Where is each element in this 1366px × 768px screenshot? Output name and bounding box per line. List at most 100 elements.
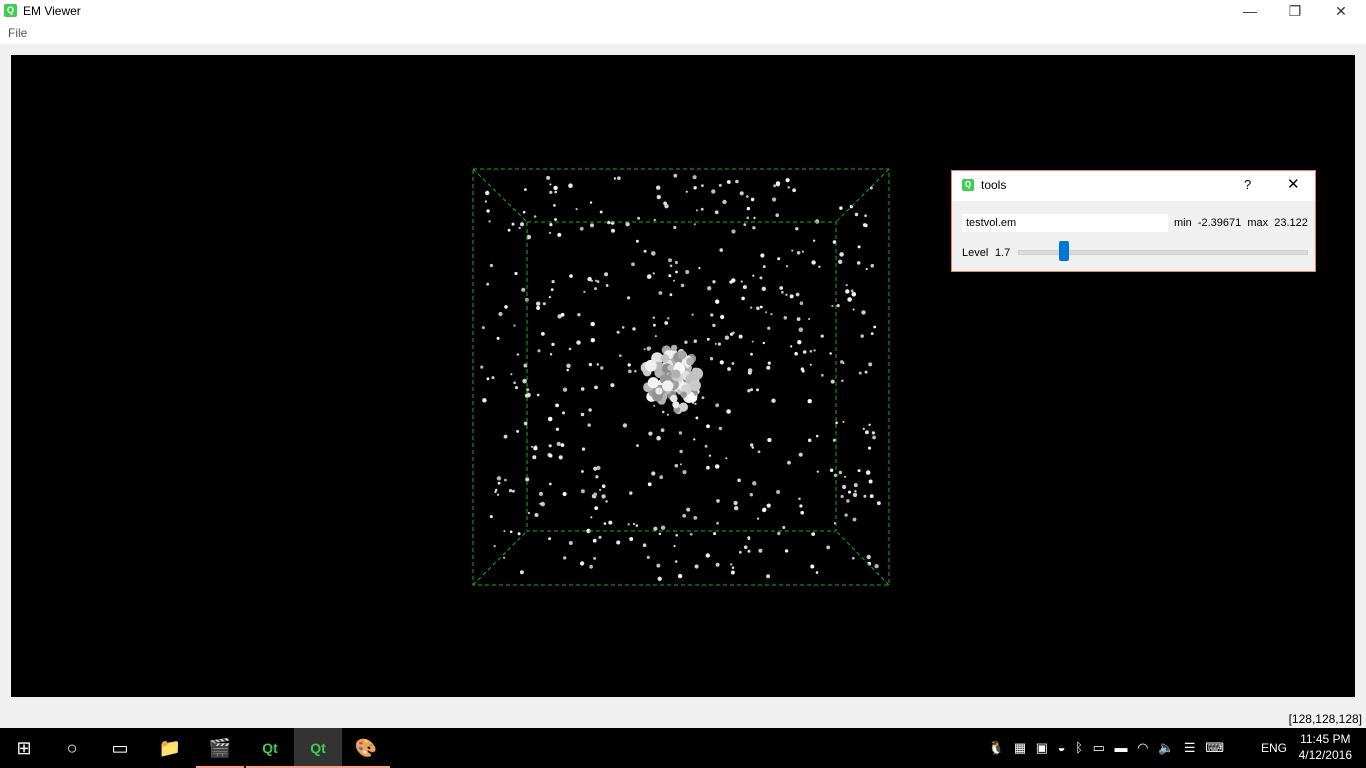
keyboard-icon[interactable]: ⌨ [1205,740,1224,755]
qt-creator-icon: Qt [262,740,278,756]
particle [742,285,747,290]
particle [517,532,521,536]
particle [691,313,694,316]
particle [643,348,646,351]
particle [840,494,844,499]
particle [524,188,527,191]
particle [556,441,561,446]
particle [738,334,743,339]
particle [695,416,699,420]
particle [583,290,586,293]
particle [575,208,578,211]
display-icon[interactable]: ▭ [1093,740,1105,755]
particle [680,283,685,288]
particle [673,173,678,178]
volume-render [472,168,890,586]
particle [653,323,656,327]
notification-icon[interactable]: ☰ [1184,740,1196,755]
box-edge-tl [472,168,528,223]
particle [491,376,495,380]
start-button[interactable]: ⊞ [0,728,48,768]
taskbar-movie-maker[interactable]: 🎬 [196,728,244,768]
task-view-button[interactable]: ▭ [96,728,144,768]
particle [617,176,621,180]
particle [598,535,602,539]
taskbar-qt-creator[interactable]: Qt [246,728,294,768]
particle [872,435,876,440]
minimize-button[interactable]: — [1227,0,1273,22]
qq-icon[interactable]: 🐧 [988,740,1004,755]
particle [669,264,673,268]
app-tray-icon[interactable]: ▣ [1036,740,1048,755]
language-indicator[interactable]: ENG [1261,728,1287,768]
particle [658,291,663,295]
particle [747,549,751,553]
cortana-button[interactable]: ○ [48,728,96,768]
particle [660,428,665,433]
particle [482,398,487,403]
battery-icon[interactable]: ▬ [1115,740,1128,755]
clock[interactable]: 11:45 PM 4/12/2016 [1299,731,1352,763]
particle [756,388,759,392]
particle [726,180,731,184]
taskbar-paint[interactable]: 🎨 [342,728,390,768]
menu-file[interactable]: File [8,26,27,40]
particle [796,251,801,255]
taskbar-qt-app[interactable]: Qt [294,728,342,768]
qt-icon: Q [962,179,974,191]
particle [558,455,563,460]
close-button[interactable]: ✕ [1318,0,1364,22]
particle [589,223,595,228]
particle [553,185,558,191]
particle [759,276,763,280]
particle [724,335,730,340]
particle [611,228,615,233]
particle [705,553,710,558]
particle [815,571,819,574]
particle [852,308,855,311]
particle [704,444,708,448]
bluetooth-icon[interactable]: ᛒ [1075,740,1083,755]
network-tool-icon[interactable]: ▦ [1014,740,1026,755]
particle [842,420,845,423]
particle [713,532,717,536]
particle [610,383,615,388]
particle [809,350,813,353]
filename-field[interactable] [962,214,1168,232]
particle [674,560,678,563]
particle [494,490,497,494]
particle [868,362,873,367]
particle [700,207,704,211]
particle [540,501,545,507]
isosurface-voxel [680,391,687,398]
level-slider-handle[interactable] [1059,241,1070,261]
particle [762,265,766,268]
hat-icon[interactable]: ◒ [1058,740,1066,755]
particle [631,262,635,267]
restore-button[interactable]: ❐ [1272,0,1318,22]
particle [693,516,698,520]
help-button[interactable]: ? [1244,177,1251,192]
isosurface-voxel [678,402,689,412]
particle [592,538,597,543]
particle [580,489,585,494]
particle [758,548,763,553]
particle [532,455,537,460]
tools-close-button[interactable]: ✕ [1287,175,1300,193]
particle [762,341,765,345]
volume-viewport[interactable] [11,55,1355,697]
particle [868,423,871,426]
particle [629,537,634,541]
wifi-icon[interactable]: ◠ [1137,740,1148,755]
tray-icons[interactable]: 🐧 ▦ ▣ ◒ ᛒ ▭ ▬ ◠ 🔈 ☰ ⌨ [988,728,1224,768]
particle [496,336,500,340]
particle [714,464,720,469]
particle [829,468,834,472]
particle [864,214,867,217]
particle [533,215,537,218]
particle [818,265,821,268]
particle [762,507,767,512]
taskbar-file-explorer[interactable]: 📁 [146,728,194,768]
volume-icon[interactable]: 🔈 [1158,740,1174,755]
particle [816,470,819,473]
